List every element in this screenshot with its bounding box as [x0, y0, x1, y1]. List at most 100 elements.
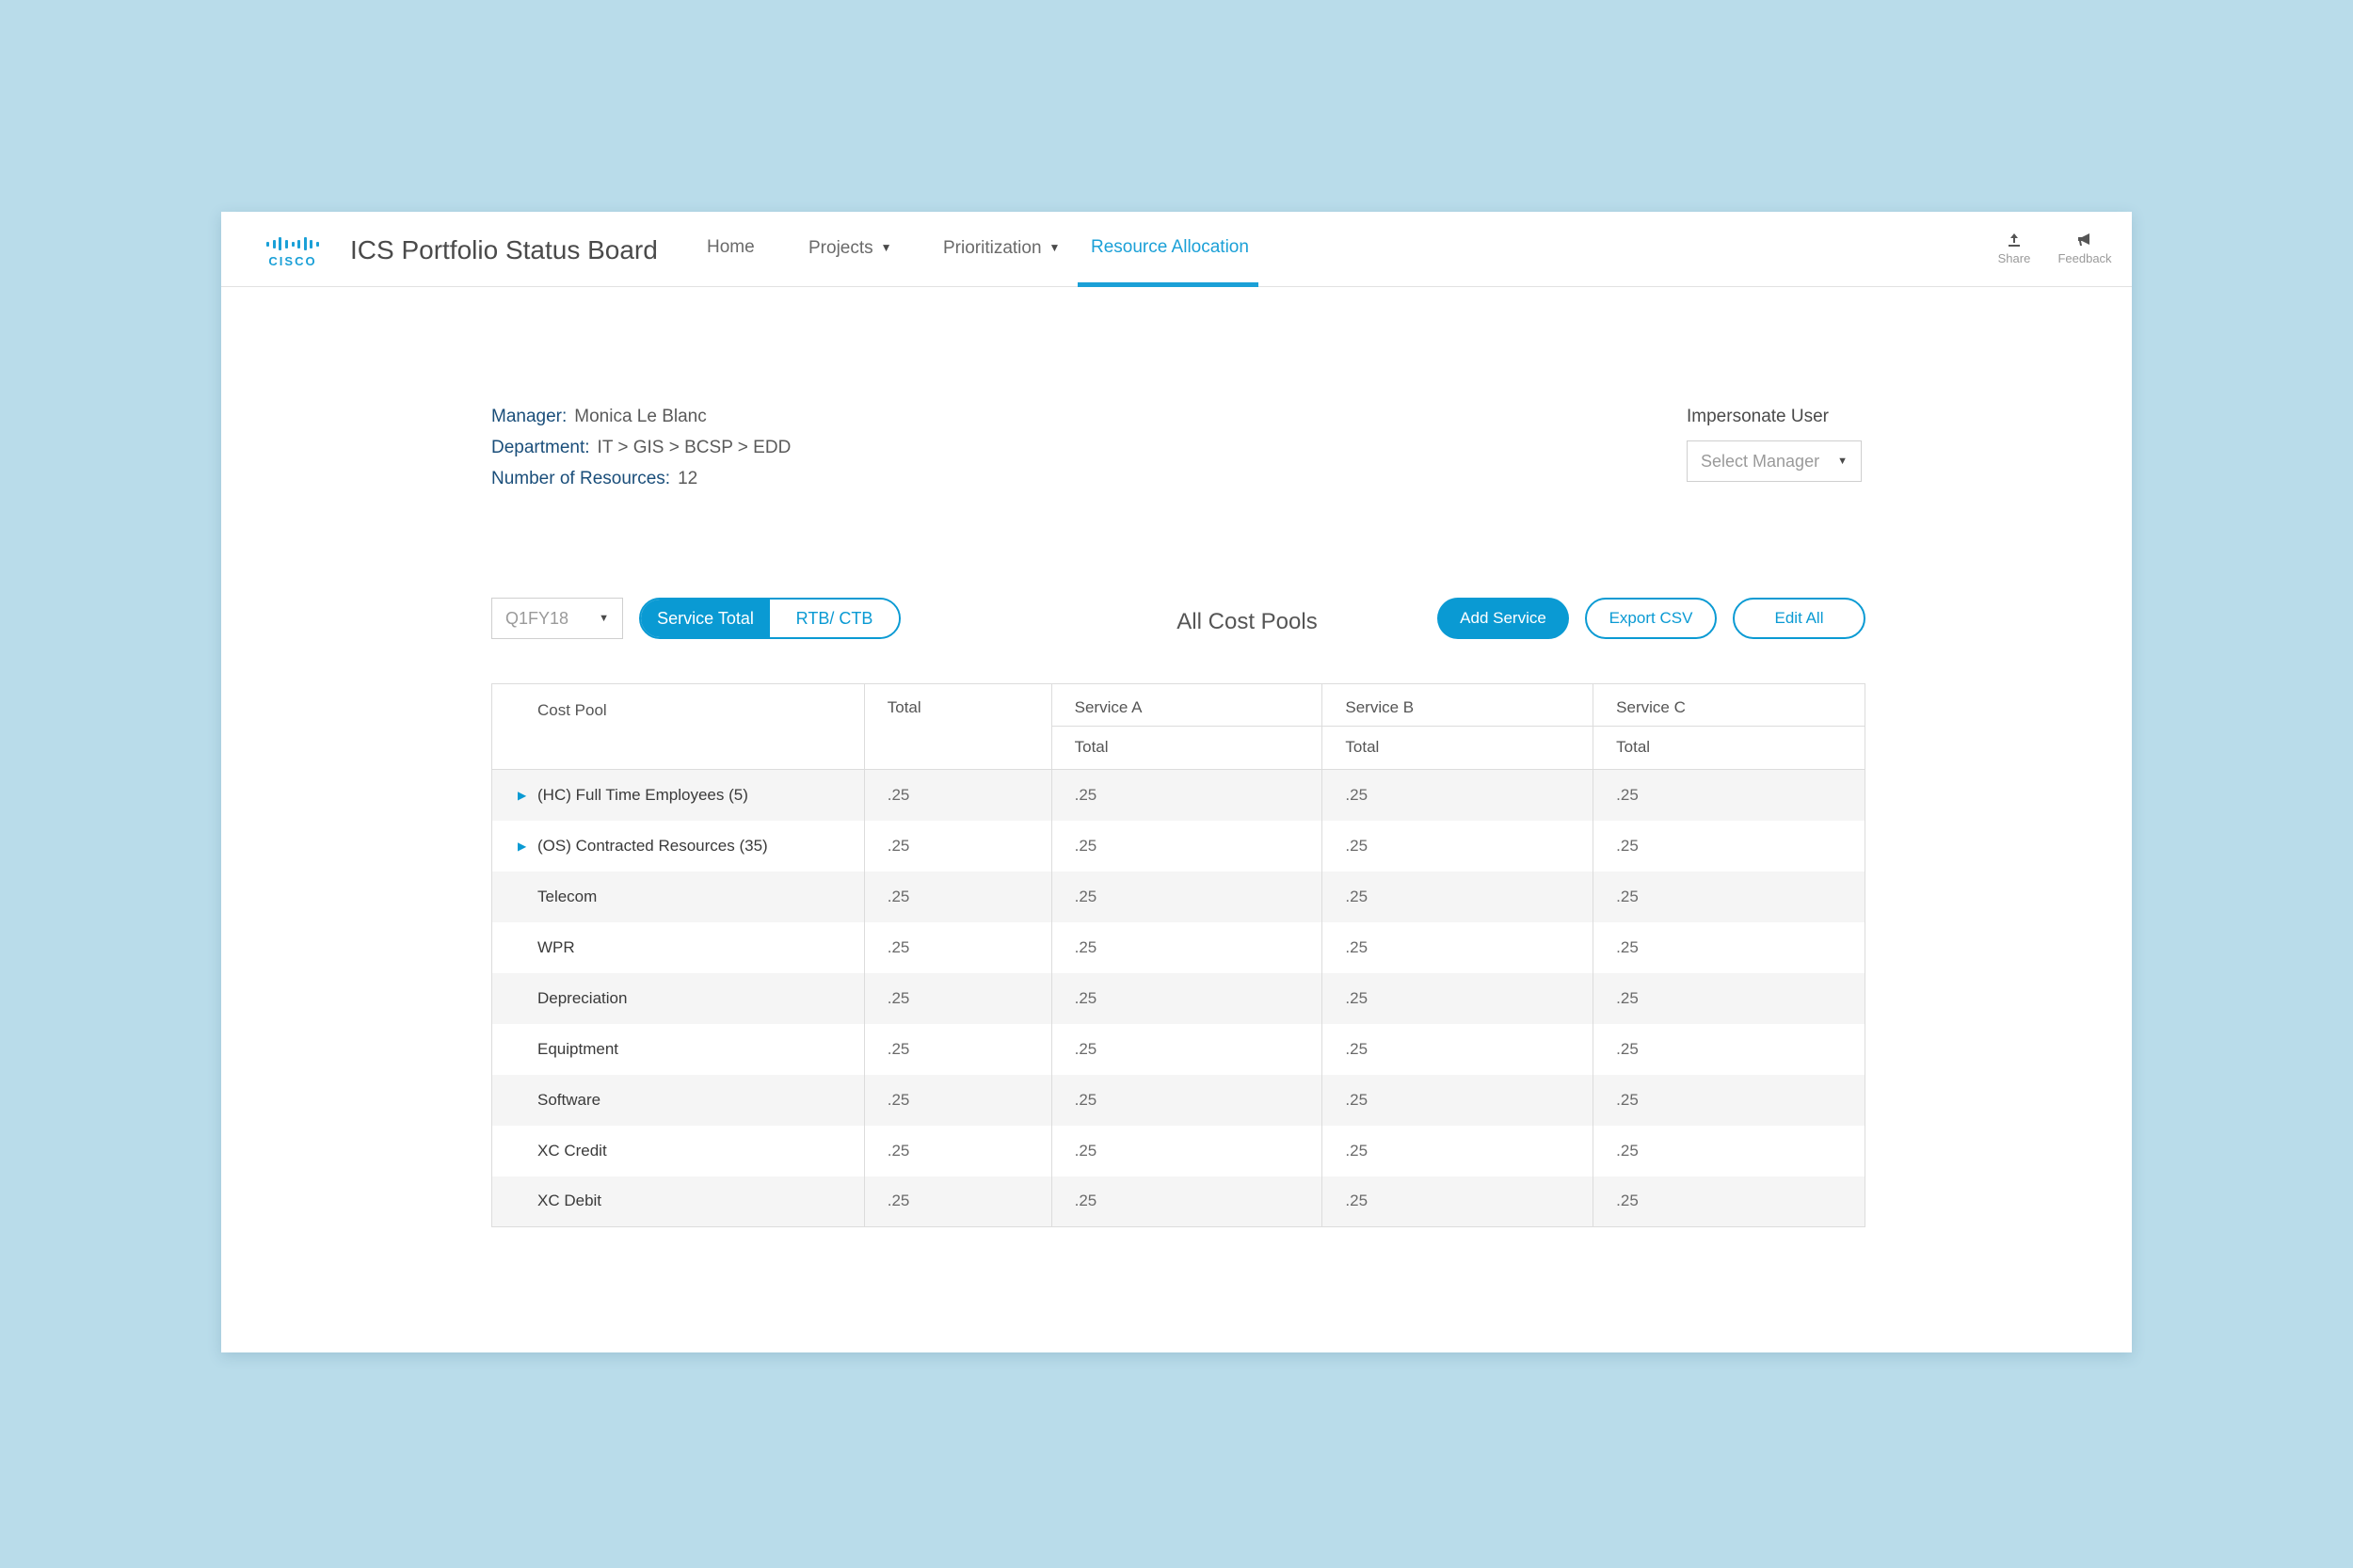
add-service-button[interactable]: Add Service: [1437, 598, 1569, 639]
service-value-cell: .25: [1050, 820, 1322, 872]
subheader-service-b-total: Total: [1321, 726, 1593, 770]
service-value-cell: .25: [1321, 1125, 1593, 1176]
cost-pool-name-cell: Telecom: [492, 872, 865, 922]
header-service-a: Service A: [1050, 683, 1322, 727]
cost-pool-name-cell: Software: [492, 1075, 865, 1126]
department-value: IT > GIS > BCSP > EDD: [597, 438, 792, 457]
manager-info: Manager: Monica Le Blanc: [491, 407, 707, 427]
table-body: ▶ (HC) Full Time Employees (5) .25.25.25.2…: [491, 769, 1865, 1227]
cost-pool-name-cell[interactable]: ▶ (OS) Contracted Resources (35): [492, 821, 865, 872]
table-row: XC Debit .25.25.25.25: [491, 1176, 1865, 1227]
app-window: CISCO ICS Portfolio Status Board Home Pr…: [221, 212, 2132, 1352]
service-value-cell: .25: [1593, 921, 1865, 973]
expand-arrow-icon[interactable]: ▶: [518, 840, 526, 853]
total-value-cell: .25: [863, 972, 1052, 1024]
cost-pool-name-cell: WPR: [492, 922, 865, 973]
header-service-b: Service B: [1321, 683, 1593, 727]
nav-resource-allocation-label: Resource Allocation: [1091, 237, 1249, 257]
header-service-c: Service C: [1593, 683, 1865, 727]
cost-pool-name-cell[interactable]: ▶ (HC) Full Time Employees (5): [491, 769, 865, 821]
department-info: Department: IT > GIS > BCSP > EDD: [491, 438, 791, 458]
total-value-cell: .25: [863, 769, 1052, 821]
service-value-cell: .25: [1593, 871, 1865, 922]
toggle-service-total[interactable]: Service Total: [641, 600, 770, 637]
table-row: Equiptment .25.25.25.25: [491, 1023, 1865, 1075]
service-value-cell: .25: [1050, 1023, 1322, 1075]
period-dropdown[interactable]: Q1FY18 ▼: [491, 598, 623, 639]
export-csv-button[interactable]: Export CSV: [1585, 598, 1717, 639]
table-row: ▶ (OS) Contracted Resources (35) .25.25.25…: [491, 820, 1865, 872]
nav-home[interactable]: Home: [707, 237, 755, 258]
cost-pool-name: XC Credit: [537, 1141, 607, 1160]
service-value-cell: .25: [1050, 1074, 1322, 1126]
total-value-cell: .25: [863, 820, 1052, 872]
cost-pool-name: Telecom: [537, 887, 598, 905]
nav-prioritization[interactable]: Prioritization ▼: [943, 238, 1060, 259]
service-value-cell: .25: [1321, 871, 1593, 922]
nav-prioritization-label: Prioritization: [943, 238, 1042, 258]
feedback-label: Feedback: [2057, 251, 2112, 265]
department-key: Department:: [491, 438, 590, 457]
total-value-cell: .25: [863, 1023, 1052, 1075]
cost-pool-name: Depreciation: [537, 988, 628, 1007]
total-value-cell: .25: [863, 1125, 1052, 1176]
service-value-cell: .25: [1321, 769, 1593, 821]
nav-home-label: Home: [707, 237, 755, 257]
select-manager-dropdown[interactable]: Select Manager ▼: [1687, 440, 1862, 482]
chevron-down-icon: ▼: [599, 613, 609, 624]
toggle-rtb-ctb[interactable]: RTB/ CTB: [770, 600, 899, 637]
cost-pool-name-cell: XC Credit: [492, 1126, 865, 1176]
cost-pool-name: WPR: [537, 937, 575, 956]
table-title: All Cost Pools: [1176, 609, 1318, 634]
nav-resource-allocation[interactable]: Resource Allocation: [1091, 237, 1249, 258]
cost-pool-name: XC Debit: [537, 1192, 602, 1210]
service-value-cell: .25: [1593, 1176, 1865, 1227]
active-tab-indicator: [1078, 282, 1258, 287]
table-row: Software .25.25.25.25: [491, 1074, 1865, 1126]
cisco-logo-bars: [266, 236, 319, 251]
service-value-cell: .25: [1321, 820, 1593, 872]
edit-all-button[interactable]: Edit All: [1733, 598, 1865, 639]
expand-arrow-icon[interactable]: ▶: [518, 789, 526, 802]
service-value-cell: .25: [1321, 921, 1593, 973]
chevron-down-icon: ▼: [1048, 241, 1061, 254]
service-value-cell: .25: [1593, 769, 1865, 821]
cost-pool-name-cell: XC Debit: [492, 1176, 865, 1227]
cost-pool-name-cell: Depreciation: [492, 973, 865, 1024]
header-total: Total: [863, 683, 1052, 770]
table-row: ▶ (HC) Full Time Employees (5) .25.25.25.2…: [491, 769, 1865, 821]
service-value-cell: .25: [1593, 1125, 1865, 1176]
manager-key: Manager:: [491, 407, 568, 426]
total-value-cell: .25: [863, 1176, 1052, 1227]
service-value-cell: .25: [1593, 820, 1865, 872]
period-value: Q1FY18: [505, 608, 569, 628]
app-title: ICS Portfolio Status Board: [350, 235, 658, 264]
cost-pool-name: Equiptment: [537, 1039, 618, 1058]
share-label: Share: [1997, 251, 2031, 265]
subheader-service-a-total: Total: [1050, 726, 1322, 770]
service-value-cell: .25: [1050, 871, 1322, 922]
service-value-cell: .25: [1050, 972, 1322, 1024]
total-value-cell: .25: [863, 921, 1052, 973]
nav-projects[interactable]: Projects ▼: [808, 238, 892, 259]
feedback-button[interactable]: Feedback: [2052, 232, 2118, 265]
select-manager-placeholder: Select Manager: [1701, 451, 1820, 471]
table-row: Telecom .25.25.25.25: [491, 871, 1865, 922]
resources-value: 12: [678, 469, 698, 488]
cisco-logo-text: CISCO: [268, 254, 317, 268]
top-nav-bar: CISCO ICS Portfolio Status Board Home Pr…: [221, 212, 2132, 287]
cisco-logo[interactable]: CISCO: [266, 236, 319, 268]
service-value-cell: .25: [1321, 1176, 1593, 1227]
service-value-cell: .25: [1050, 769, 1322, 821]
total-value-cell: .25: [863, 1074, 1052, 1126]
service-value-cell: .25: [1321, 1074, 1593, 1126]
subheader-service-c-total: Total: [1593, 726, 1865, 770]
cost-pool-name: (OS) Contracted Resources (35): [537, 836, 768, 855]
cost-pool-name: (HC) Full Time Employees (5): [537, 785, 748, 804]
service-value-cell: .25: [1050, 1125, 1322, 1176]
share-button[interactable]: Share: [1995, 232, 2033, 265]
resources-info: Number of Resources: 12: [491, 469, 697, 489]
cost-pool-table: Cost Pool Total Service A Service B Serv…: [491, 683, 1865, 1227]
cost-pool-name-cell: Equiptment: [492, 1024, 865, 1075]
service-value-cell: .25: [1321, 1023, 1593, 1075]
